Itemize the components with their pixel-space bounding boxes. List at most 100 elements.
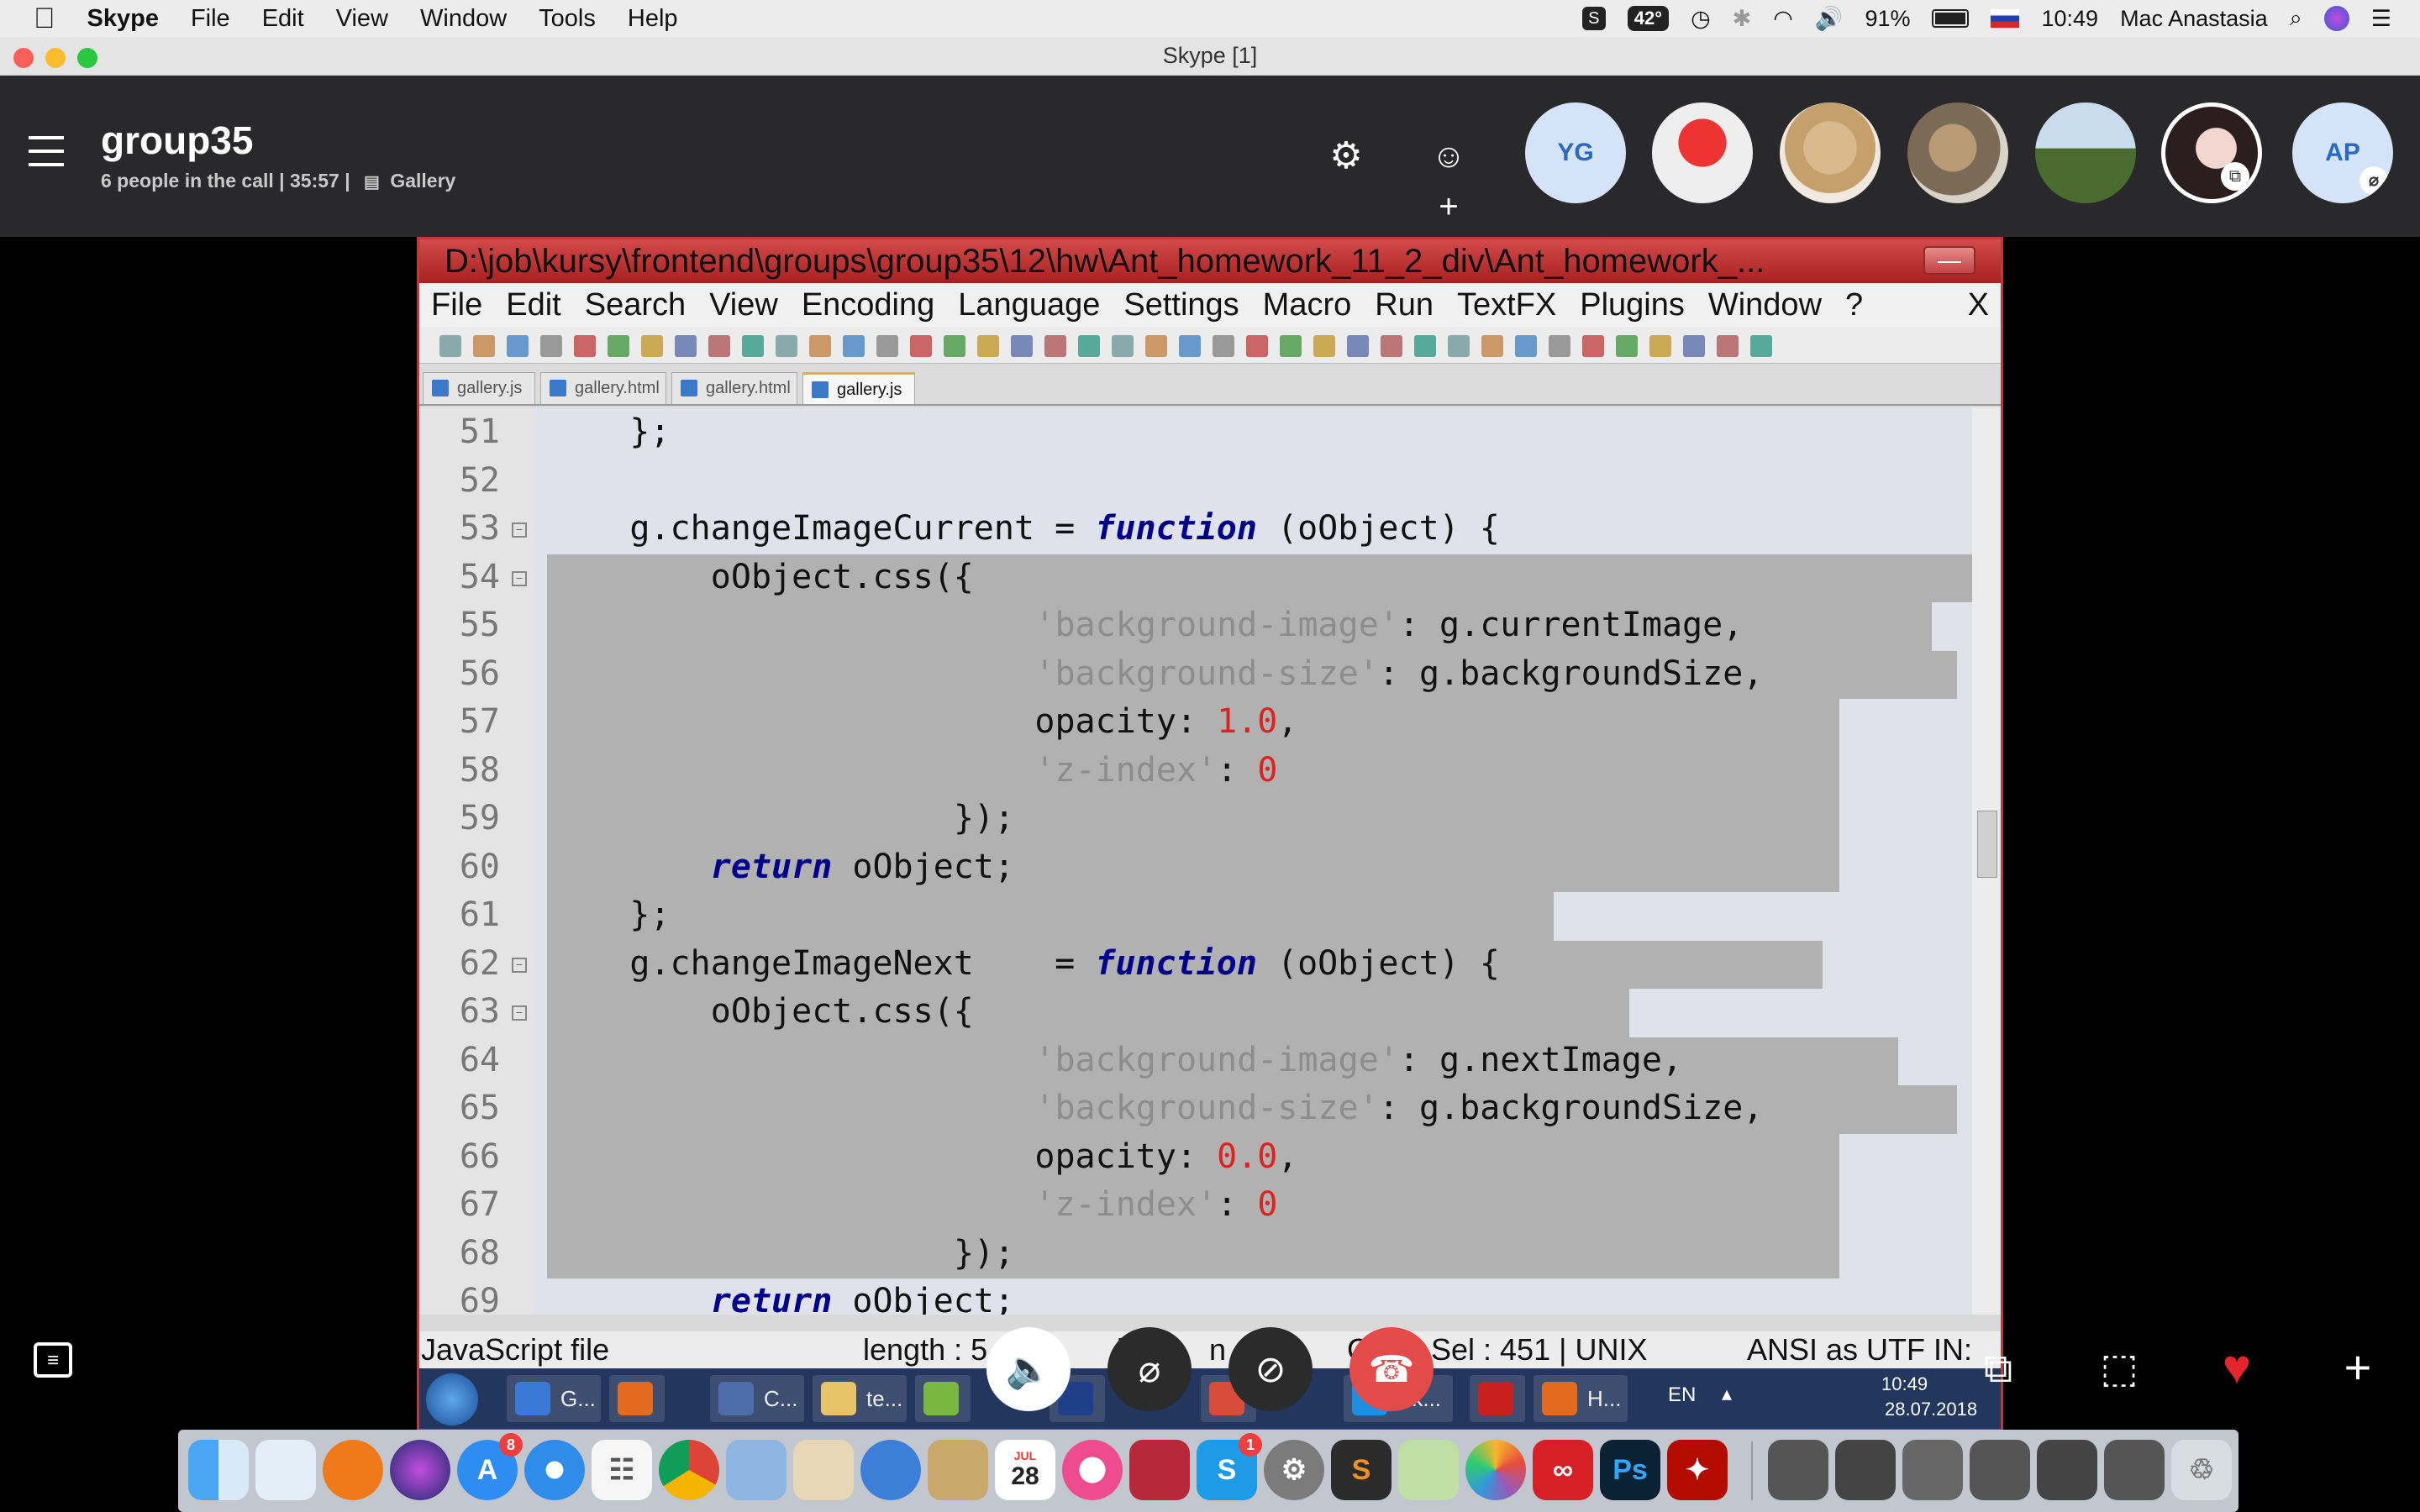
close-window-button[interactable] [13,48,34,68]
np-menu-edit[interactable]: Edit [506,287,560,323]
toolbar-button[interactable] [1448,335,1470,357]
toolbar-button[interactable] [574,335,596,357]
toolbar-button[interactable] [708,335,730,357]
toolbar-button[interactable] [910,335,932,357]
tab-gallery-html-2[interactable]: gallery.html [671,372,797,404]
toolbar-button[interactable] [1280,335,1302,357]
minimized-window-2[interactable] [1835,1440,1896,1500]
minimized-window-3[interactable] [1902,1440,1963,1500]
chat-icon[interactable]: ≡ [34,1342,72,1378]
toolbar-button[interactable] [809,335,831,357]
windows-start-button[interactable] [426,1373,478,1425]
participant-avatar-ap[interactable]: AP ⌀ [2292,102,2393,203]
add-icon[interactable]: + [2333,1342,2383,1393]
code-editor[interactable]: 51 52 53−54−55 56 57 58 59 60 61 62−63−64 65 66 67 68… [419,407,1974,1315]
toolbar-button[interactable] [1112,335,1134,357]
toolbar-button[interactable] [1313,335,1335,357]
vertical-scrollbar[interactable] [1972,407,2001,1315]
toolbar-button[interactable] [1683,335,1705,357]
toolbar-button[interactable] [1414,335,1436,357]
switch-view-icon[interactable]: ⧉ [1973,1344,2023,1394]
gallery-link[interactable]: Gallery [390,170,455,192]
toolbar-button[interactable] [1381,335,1402,357]
participant-avatar-5[interactable] [2035,102,2136,203]
toolbar-button[interactable] [540,335,562,357]
np-menu-run[interactable]: Run [1375,287,1434,323]
volume-icon[interactable]: 🔊 [1815,5,1844,32]
maps-dock-icon[interactable] [1398,1440,1459,1500]
gallery-icon[interactable]: ▤ [364,173,380,192]
toolbar-button[interactable] [1515,335,1537,357]
taskbar-folder[interactable]: te... [813,1375,907,1422]
np-menu-search[interactable]: Search [585,287,686,323]
snapshot-icon[interactable]: ⬚ [2094,1344,2144,1394]
toolbar-button[interactable] [1145,335,1167,357]
minimized-window-6[interactable] [2104,1440,2165,1500]
toolbar-button[interactable] [608,335,629,357]
toolbar-button[interactable] [1649,335,1671,357]
itunes-dock-icon[interactable] [1062,1440,1123,1500]
taskbar-firefox-1[interactable] [609,1375,665,1422]
participant-avatar-6[interactable]: ⧉ [2161,102,2262,203]
time-machine-icon[interactable]: ◷ [1691,6,1711,32]
toolbar-button[interactable] [742,335,764,357]
clock[interactable]: 10:49 [2041,6,2098,32]
battery-icon[interactable] [1932,9,1970,28]
launchpad-dock-icon[interactable]: ☷ [592,1440,652,1500]
taskbar-firefox-2[interactable]: H... [1534,1375,1628,1422]
system-preferences-dock-icon[interactable]: ⚙ [1264,1440,1324,1500]
creative-cloud-dock-icon[interactable]: ∞ [1533,1440,1593,1500]
toolbar-button[interactable] [876,335,898,357]
sublime-dock-icon[interactable]: S [1331,1440,1392,1500]
spotlight-search-icon[interactable]: ⌕ [2290,5,2302,32]
np-menu-plugins[interactable]: Plugins [1580,287,1685,323]
taskbar-language[interactable]: EN [1668,1383,1696,1407]
toolbar-button[interactable] [1179,335,1201,357]
np-menu-help[interactable]: ? [1845,287,1863,323]
toolbar-button[interactable] [776,335,797,357]
tab-gallery-js-1[interactable]: gallery.js [423,372,535,404]
add-person-icon[interactable]: ☺+ [1423,131,1474,225]
temperature-badge[interactable]: 42° [1627,6,1670,31]
menu-view[interactable]: View [336,5,388,33]
np-menu-file[interactable]: File [431,287,482,323]
np-menu-language[interactable]: Language [958,287,1100,323]
minimized-window-4[interactable] [1970,1440,2030,1500]
tab-gallery-js-active[interactable]: gallery.js [802,372,915,404]
np-menu-view[interactable]: View [709,287,778,323]
toolbar-button[interactable] [1616,335,1638,357]
participant-avatar-yg[interactable]: YG [1525,102,1626,203]
preview-dock-icon[interactable] [255,1440,316,1500]
photos-dock-icon[interactable] [1465,1440,1526,1500]
finder-dock-icon[interactable] [188,1440,249,1500]
fold-marker-icon[interactable]: − [512,570,527,586]
menu-edit[interactable]: Edit [262,5,304,33]
np-menu-encoding[interactable]: Encoding [802,287,934,323]
toolbar-button[interactable] [641,335,663,357]
toolbar-button[interactable] [1078,335,1100,357]
toolbar-button[interactable] [944,335,965,357]
zoom-window-button[interactable] [77,48,97,68]
toolbar-button[interactable] [1347,335,1369,357]
notepad-minimize-button[interactable]: — [1923,246,1975,275]
fold-marker-icon[interactable]: − [512,522,527,538]
taskbar-explorer[interactable]: C... [710,1375,804,1422]
taskbar-ie[interactable]: G... [507,1375,601,1422]
bluetooth-icon[interactable]: ✱ [1733,6,1752,32]
minimize-window-button[interactable] [45,48,66,68]
scrollbar-thumb[interactable] [1977,811,1997,878]
toolbar-button[interactable] [507,335,529,357]
participant-avatar-4[interactable] [1907,102,2008,203]
toolbar-button[interactable] [1717,335,1739,357]
toolbar-button[interactable] [1213,335,1234,357]
siri-icon[interactable] [2323,6,2349,31]
acrobat-dock-icon[interactable]: ✦ [1667,1440,1728,1500]
wifi-icon[interactable]: ◠ [1773,6,1793,32]
np-menu-window[interactable]: Window [1708,287,1822,323]
participant-avatar-2[interactable] [1652,102,1753,203]
notification-center-icon[interactable]: ☰ [2371,6,2391,32]
toolbar-button[interactable] [439,335,461,357]
calendar-dock-icon[interactable]: JUL 28 [995,1440,1055,1500]
heart-reaction-icon[interactable]: ♥ [2212,1342,2262,1393]
photoshop-dock-icon[interactable]: Ps [1600,1440,1660,1500]
